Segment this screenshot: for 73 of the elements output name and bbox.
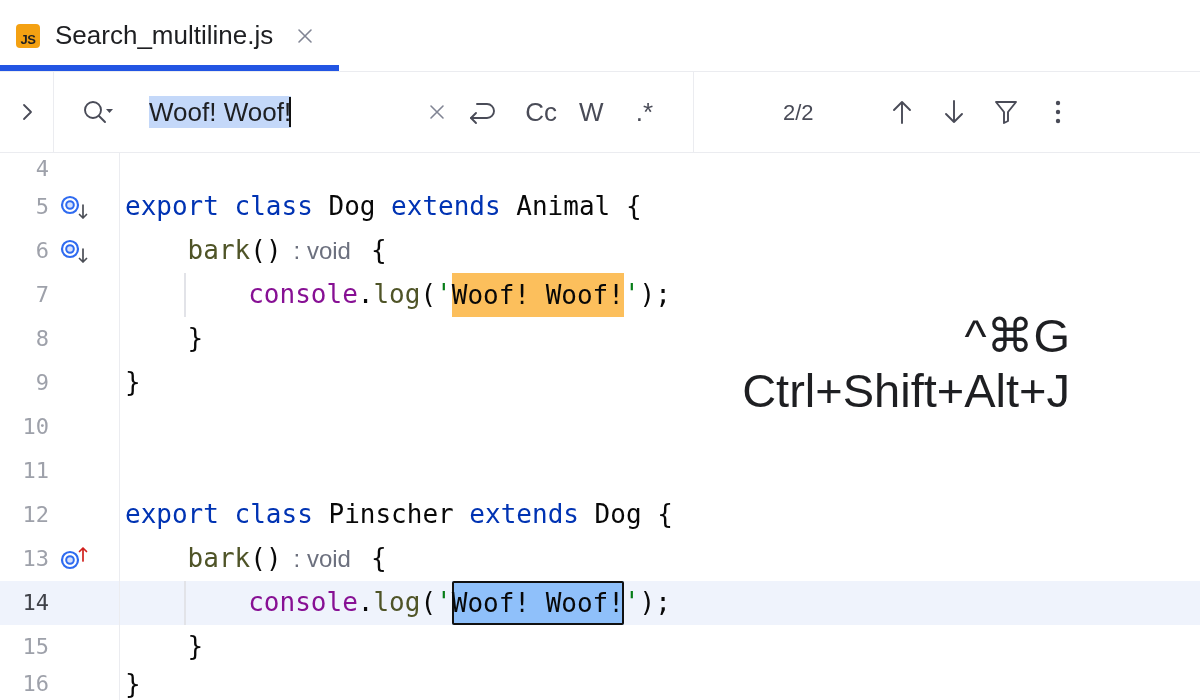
- code-text: }: [125, 368, 141, 398]
- file-type-icon: JS: [16, 23, 40, 48]
- method-name: log: [373, 588, 421, 618]
- code-text: {: [625, 192, 642, 222]
- search-option-button[interactable]: .*: [635, 99, 653, 125]
- line-number: 16: [21, 671, 49, 698]
- string-quote: ': [436, 588, 452, 618]
- code-text: );: [639, 588, 671, 618]
- method-name: bark: [187, 236, 251, 266]
- expand-button[interactable]: [20, 103, 33, 121]
- line-number: 4: [34, 155, 49, 183]
- line-number: 5: [34, 193, 49, 221]
- search-field[interactable]: Woof! Woof!: [149, 92, 422, 132]
- code-text: {: [370, 544, 387, 574]
- code-text: {: [657, 500, 673, 530]
- search-options-button[interactable]: [82, 99, 114, 125]
- string-quote: ': [623, 588, 640, 618]
- line-number: 13: [21, 545, 49, 573]
- code-text: );: [639, 280, 671, 310]
- line-number: 14: [21, 589, 49, 617]
- line-number: 6: [34, 237, 49, 265]
- clear-button[interactable]: [429, 104, 446, 120]
- object-name: console: [248, 588, 358, 618]
- search-icon: [82, 99, 114, 125]
- line-number: 12: [21, 501, 49, 529]
- keyword: extends: [391, 192, 501, 222]
- type-hint: : void: [293, 545, 351, 573]
- search-option-button[interactable]: Cc: [525, 99, 558, 125]
- line-number: 11: [21, 457, 49, 485]
- code-text: }: [187, 632, 204, 662]
- keyword: class: [234, 192, 313, 222]
- line-number: 9: [34, 369, 49, 397]
- close-icon[interactable]: [297, 27, 314, 44]
- string-quote: ': [436, 280, 452, 310]
- keyword: export: [125, 500, 219, 530]
- code-text: Dog: [594, 500, 642, 530]
- keyword: class: [234, 500, 313, 530]
- line-number: 7: [34, 281, 49, 309]
- type-hint: : void: [293, 237, 351, 265]
- code-text: .: [357, 588, 374, 618]
- code-text: Dog: [328, 192, 376, 222]
- code-text: Animal: [516, 192, 611, 222]
- keyword: export: [125, 192, 219, 222]
- code-text: }: [187, 324, 204, 354]
- method-name: bark: [187, 544, 251, 574]
- search-option-button[interactable]: W: [579, 99, 604, 125]
- code-text: (: [420, 588, 437, 618]
- code-text: (): [250, 544, 282, 574]
- method-name: log: [373, 280, 421, 310]
- filter-icon: [993, 99, 1018, 125]
- editor-tab[interactable]: JS Search_multiline.js: [0, 0, 340, 71]
- ring-arrow-down-icon[interactable]: [60, 194, 88, 220]
- line-number: 10: [21, 413, 49, 441]
- line-number: 8: [34, 325, 49, 353]
- code-text: }: [125, 669, 141, 700]
- code-text: .: [357, 280, 374, 310]
- string-quote: ': [623, 280, 640, 310]
- line-number: 15: [21, 633, 49, 661]
- ring-arrow-down-icon[interactable]: [60, 238, 88, 264]
- chevron-right-icon: [20, 103, 33, 121]
- more-vertical-icon: [1054, 99, 1061, 125]
- code-text: Pinscher: [328, 500, 454, 530]
- object-name: console: [248, 280, 358, 310]
- code-text: {: [370, 236, 387, 266]
- keyword: extends: [469, 500, 579, 530]
- text-cursor-icon: [289, 97, 292, 127]
- code-text: (): [250, 236, 282, 266]
- shortcut-text: ^⌘G: [964, 308, 1070, 363]
- shortcut-text: Ctrl+Shift+Alt+J: [742, 363, 1070, 418]
- ring-arrow-up-icon[interactable]: [60, 546, 88, 572]
- close-icon: [429, 104, 446, 120]
- code-text: (: [420, 280, 437, 310]
- match-count: 2/2: [783, 98, 814, 127]
